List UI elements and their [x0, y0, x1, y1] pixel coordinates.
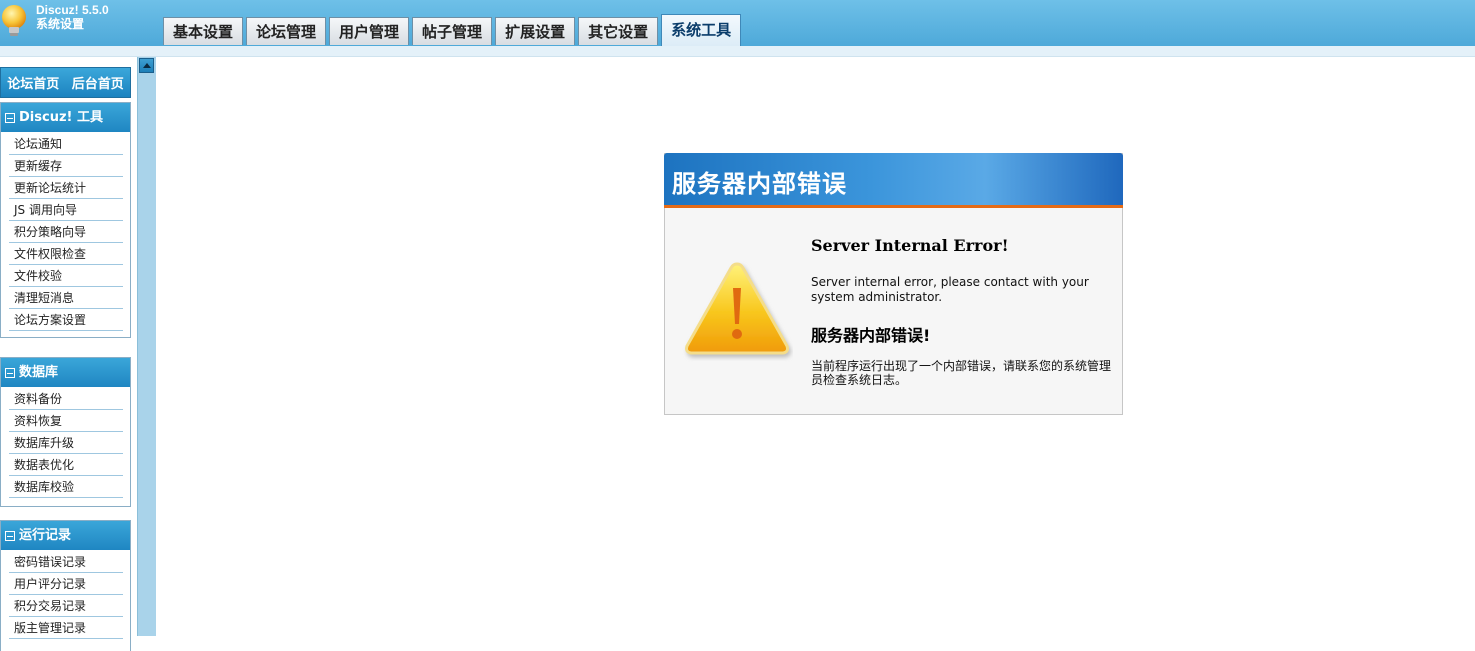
sidebar-item-forum-notice[interactable]: 论坛通知 — [9, 133, 123, 155]
sidebar-item-clear-pm[interactable]: 清理短消息 — [9, 287, 123, 309]
sidebar-item-credits-wizard[interactable]: 积分策略向导 — [9, 221, 123, 243]
panel-database: 数据库 资料备份 资料恢复 数据库升级 数据表优化 数据库校验 — [0, 357, 131, 507]
tab-extension-settings[interactable]: 扩展设置 — [495, 17, 576, 45]
sidebar-item-table-optimize[interactable]: 数据表优化 — [9, 454, 123, 476]
sidebar-item-backup[interactable]: 资料备份 — [9, 388, 123, 410]
error-accent-line — [664, 205, 1123, 208]
panel-header[interactable]: Discuz! 工具 — [1, 103, 130, 132]
panel-run-logs: 运行记录 密码错误记录 用户评分记录 积分交易记录 版主管理记录 — [0, 520, 131, 651]
sidebar-item-forum-scheme[interactable]: 论坛方案设置 — [9, 309, 123, 331]
tab-other-settings[interactable]: 其它设置 — [578, 17, 659, 45]
tab-post-management[interactable]: 帖子管理 — [412, 17, 493, 45]
panel-header[interactable]: 运行记录 — [1, 521, 130, 550]
sidebar-item-file-permission-check[interactable]: 文件权限检查 — [9, 243, 123, 265]
sidebar-item-update-stats[interactable]: 更新论坛统计 — [9, 177, 123, 199]
sidebar-item-restore[interactable]: 资料恢复 — [9, 410, 123, 432]
panel-title: 运行记录 — [19, 528, 72, 543]
error-dialog: 服务器内部错误 Server Internal Error! Server in… — [664, 153, 1123, 415]
sidebar-item-db-verify[interactable]: 数据库校验 — [9, 476, 123, 498]
error-header-title: 服务器内部错误 — [672, 169, 847, 198]
sidebar-item-js-wizard[interactable]: JS 调用向导 — [9, 199, 123, 221]
scroll-up-arrow-icon[interactable] — [139, 58, 154, 73]
panel-title: Discuz! 工具 — [19, 110, 103, 125]
panel-discuz-tools: Discuz! 工具 论坛通知 更新缓存 更新论坛统计 JS 调用向导 积分策略… — [0, 102, 131, 338]
error-title-en: Server Internal Error! — [811, 236, 1009, 255]
tab-system-tools[interactable]: 系统工具 — [661, 14, 742, 46]
tab-basic-settings[interactable]: 基本设置 — [163, 17, 244, 45]
quick-links: 论坛首页 后台首页 — [0, 67, 131, 98]
error-title-cn: 服务器内部错误! — [811, 326, 931, 345]
brand-subtitle: 系统设置 — [36, 17, 85, 31]
top-header: Discuz! 5.5.0 系统设置 基本设置 论坛管理 用户管理 帖子管理 扩… — [0, 0, 1475, 47]
forum-home-link[interactable]: 论坛首页 — [7, 73, 59, 92]
sidebar-item-db-upgrade[interactable]: 数据库升级 — [9, 432, 123, 454]
panel-header[interactable]: 数据库 — [1, 358, 130, 387]
error-message-cn: 当前程序运行出现了一个内部错误，请联系您的系统管理员检查系统日志。 — [811, 359, 1112, 387]
error-header: 服务器内部错误 — [664, 153, 1123, 205]
brand-version: Discuz! 5.5.0 — [36, 3, 109, 17]
sidebar-item-file-verify[interactable]: 文件校验 — [9, 265, 123, 287]
brand: Discuz! 5.5.0 系统设置 — [36, 3, 109, 31]
main-tabs: 基本设置 论坛管理 用户管理 帖子管理 扩展设置 其它设置 系统工具 — [163, 14, 744, 46]
warning-icon — [685, 262, 789, 355]
collapse-icon — [5, 112, 15, 123]
collapse-icon — [5, 367, 15, 378]
sidebar-item-rating-log[interactable]: 用户评分记录 — [9, 573, 123, 595]
sidebar-item-password-error-log[interactable]: 密码错误记录 — [9, 551, 123, 573]
tab-user-management[interactable]: 用户管理 — [329, 17, 410, 45]
panel-title: 数据库 — [19, 365, 59, 380]
lightbulb-logo-icon — [2, 5, 26, 36]
tab-forum-management[interactable]: 论坛管理 — [246, 17, 327, 45]
sidebar: 论坛首页 后台首页 Discuz! 工具 论坛通知 更新缓存 更新论坛统计 JS… — [0, 57, 131, 651]
error-message-en: Server internal error, please contact wi… — [811, 275, 1089, 304]
header-band — [0, 46, 1475, 57]
collapse-icon — [5, 530, 15, 541]
admin-home-link[interactable]: 后台首页 — [72, 73, 124, 92]
sidebar-scrollbar[interactable] — [137, 57, 156, 636]
sidebar-item-credit-trade-log[interactable]: 积分交易记录 — [9, 595, 123, 617]
sidebar-item-update-cache[interactable]: 更新缓存 — [9, 155, 123, 177]
